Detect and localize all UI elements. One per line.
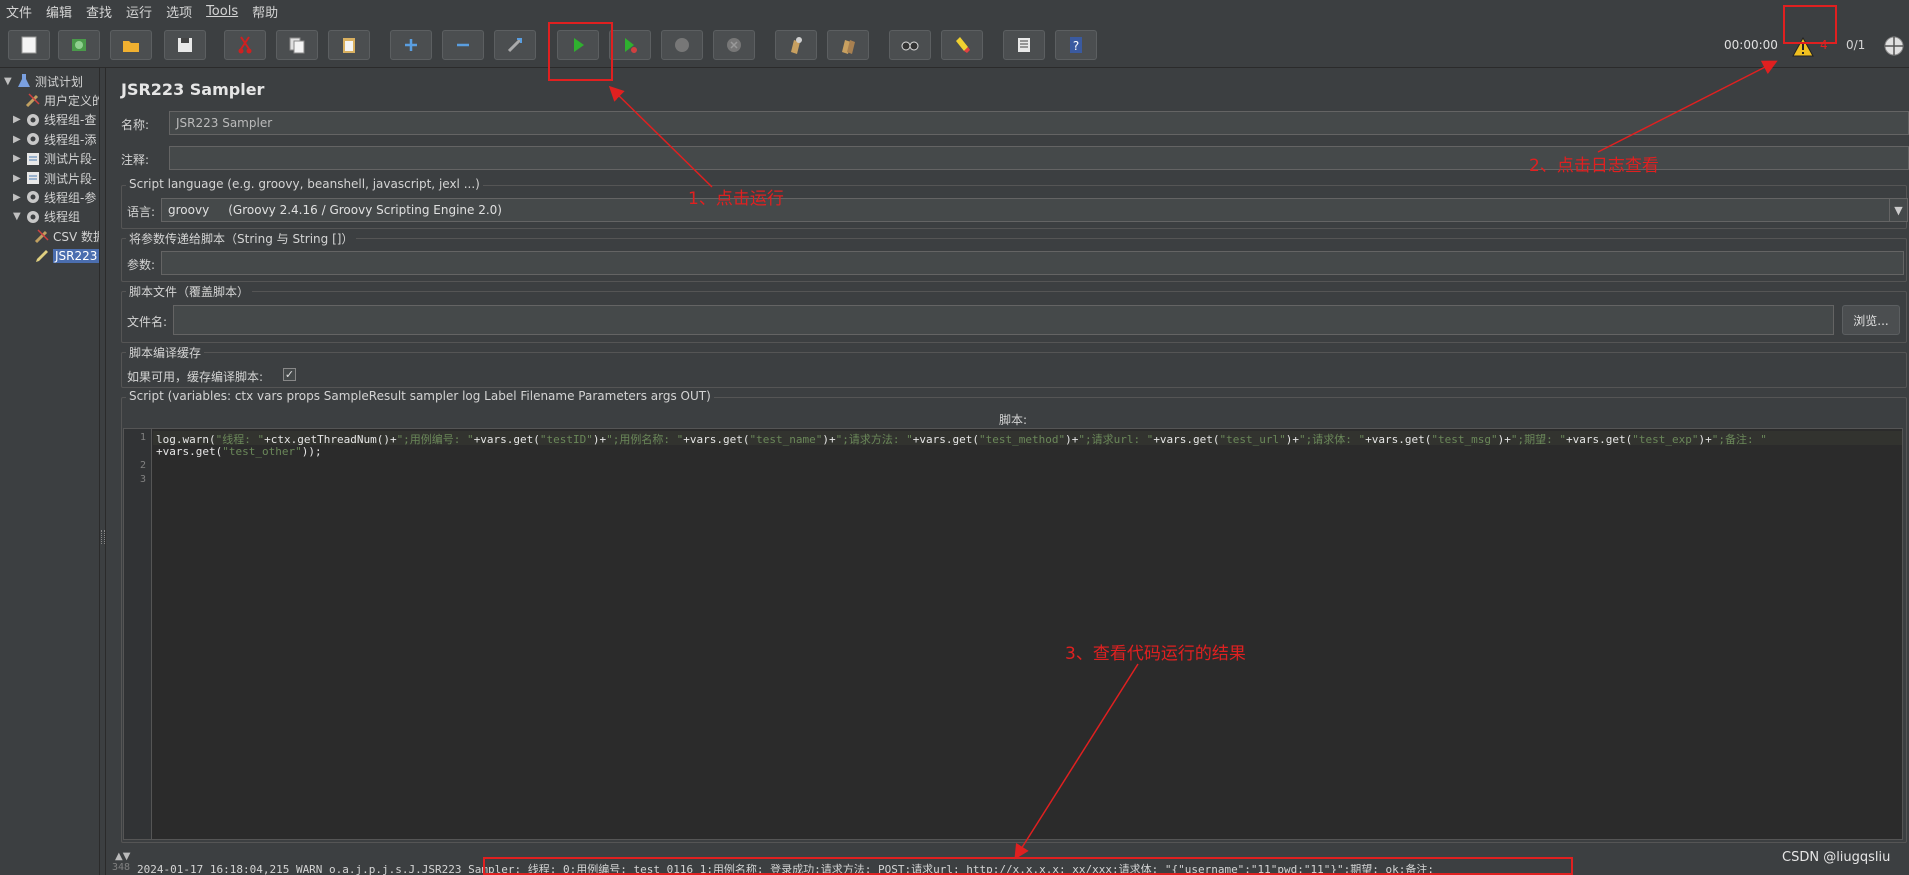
jmeter-window: 文件 编辑 查找 运行 选项 Tools 帮助 ? 00:00:00 4 0/1 [0,0,1909,875]
annotation-view-result: 3、查看代码运行的结果 [1065,644,1246,664]
arrow-to-log [1014,663,1139,860]
arrow-to-warning [1597,60,1778,153]
annotation-view-log: 2、点击日志查看 [1529,156,1659,176]
annotation-arrows [608,60,1778,860]
arrow-to-run [608,85,713,188]
annotation-click-run: 1、点击运行 [688,189,784,209]
